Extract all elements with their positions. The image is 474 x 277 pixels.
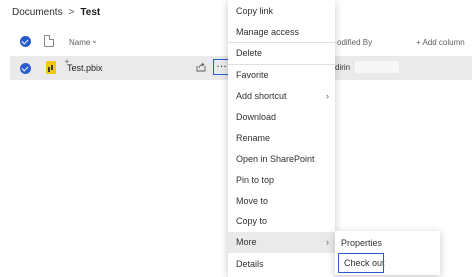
select-all-checkbox[interactable]	[20, 36, 31, 47]
chevron-right-icon: ›	[326, 91, 329, 101]
menu-item-manage-access[interactable]: Manage access	[228, 22, 335, 43]
menu-item-download[interactable]: Download	[228, 107, 335, 128]
menu-item-pin-to-top[interactable]: Pin to top	[228, 170, 335, 191]
more-submenu: Properties Check out	[335, 231, 440, 275]
file-name[interactable]: Test.pbix	[67, 63, 103, 73]
menu-item-copy-link[interactable]: Copy link	[228, 1, 335, 22]
power-bi-file-icon	[46, 61, 56, 74]
modified-by-value: dirin	[335, 63, 351, 72]
menu-item-details[interactable]: Details	[228, 254, 335, 275]
share-icon[interactable]	[196, 62, 206, 72]
menu-item-rename[interactable]: Rename	[228, 128, 335, 149]
row-select-checkbox[interactable]	[20, 63, 31, 74]
breadcrumb-separator: >	[68, 7, 75, 18]
chevron-down-icon[interactable]: ⌄	[91, 36, 98, 45]
submenu-item-properties[interactable]: Properties	[335, 233, 440, 253]
context-menu: Copy link Manage access Delete Favorite …	[228, 0, 335, 277]
menu-item-add-shortcut[interactable]: Add shortcut ›	[228, 86, 335, 107]
menu-item-copy-to[interactable]: Copy to	[228, 211, 335, 232]
menu-item-label: Add shortcut	[236, 91, 287, 101]
name-column-header[interactable]: Name	[69, 38, 90, 47]
menu-item-more[interactable]: More ›	[228, 232, 335, 253]
breadcrumb-current: Test	[80, 7, 101, 18]
add-column-button[interactable]: + Add column	[416, 38, 465, 47]
menu-item-move-to[interactable]: Move to	[228, 191, 335, 212]
submenu-item-check-out[interactable]: Check out	[338, 253, 385, 273]
file-type-icon	[44, 35, 54, 47]
breadcrumb: Documents > Test	[12, 7, 100, 18]
modified-by-column-header[interactable]: odified By	[337, 38, 372, 47]
menu-item-label: More	[236, 237, 257, 247]
chevron-right-icon: ›	[326, 237, 329, 247]
menu-item-open-in-sharepoint[interactable]: Open in SharePoint	[228, 149, 335, 170]
redacted-area	[355, 61, 399, 73]
breadcrumb-documents[interactable]: Documents	[12, 7, 63, 18]
menu-item-delete[interactable]: Delete	[228, 43, 335, 64]
menu-item-favorite[interactable]: Favorite	[228, 65, 335, 86]
